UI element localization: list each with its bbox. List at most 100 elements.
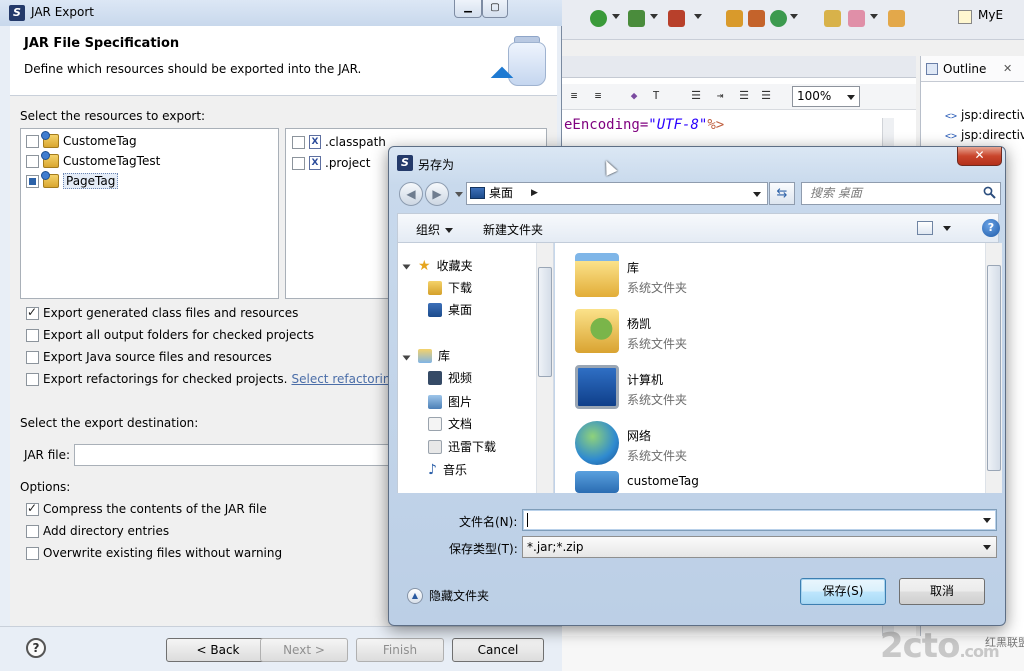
tree-item-pagetag[interactable]: PageTag (26, 171, 119, 190)
recent-locations-dropdown-icon[interactable] (455, 192, 463, 197)
file-list-scrollbar[interactable] (985, 243, 1002, 493)
option-export-output-folders[interactable]: Export all output folders for checked pr… (26, 326, 314, 344)
align-left-icon[interactable]: ≡ (566, 88, 582, 104)
nav-videos[interactable]: 视频 (428, 369, 472, 386)
refresh-icon[interactable]: ⇆ (769, 182, 795, 205)
filename-input[interactable] (522, 509, 997, 531)
nav-pictures[interactable]: 图片 (428, 393, 472, 410)
minimize-button[interactable]: ▁ (454, 0, 482, 18)
checkbox[interactable] (26, 350, 39, 364)
nav-thunder-downloads[interactable]: 迅雷下载 (428, 438, 496, 455)
checkbox[interactable] (26, 524, 39, 538)
search-tool-icon[interactable] (848, 10, 865, 27)
checkbox[interactable] (26, 546, 39, 560)
run-dropdown-icon[interactable] (612, 14, 620, 19)
option-compress[interactable]: Compress the contents of the JAR file (26, 500, 267, 518)
view-options-icon[interactable] (917, 221, 933, 235)
checkbox[interactable] (292, 135, 305, 149)
help-button[interactable]: ? (26, 638, 46, 658)
search-icon[interactable] (983, 186, 996, 199)
maximize-button[interactable]: ▢ (482, 0, 508, 18)
nav-music[interactable]: ♪ 音乐 (428, 461, 467, 478)
text-style-icon[interactable]: T (648, 88, 664, 104)
checkbox-checked[interactable] (26, 501, 39, 516)
close-icon[interactable]: ✕ (1003, 56, 1012, 82)
indent-icon[interactable]: ⇥ (712, 88, 728, 104)
checkbox[interactable] (26, 134, 39, 148)
tree-item-customtag[interactable]: CustomeTag (26, 131, 137, 150)
numbered-list-icon[interactable]: ☰ (736, 88, 752, 104)
back-button[interactable]: < Back (166, 638, 270, 662)
search-tool-dropdown-icon[interactable] (870, 14, 878, 19)
checkbox[interactable] (26, 328, 39, 342)
outline-tab[interactable]: Outline ✕ (921, 56, 1024, 82)
scrollbar-thumb[interactable] (987, 265, 1001, 471)
new-server-icon[interactable] (726, 10, 743, 27)
outline-item[interactable]: <> jsp:directiv (945, 108, 1024, 122)
expand-icon[interactable] (402, 355, 411, 361)
option-export-java-source[interactable]: Export Java source files and resources (26, 348, 272, 366)
chevron-right-icon[interactable]: ▶ (531, 183, 538, 204)
forward-arrow-icon[interactable]: ▶ (425, 182, 449, 206)
option-overwrite[interactable]: Overwrite existing files without warning (26, 544, 282, 562)
chevron-down-icon[interactable] (943, 226, 951, 231)
run-icon[interactable] (590, 10, 607, 27)
list-item-computer[interactable]: 计算机 系统文件夹 (575, 365, 687, 409)
list-item-user[interactable]: 杨凯 系统文件夹 (575, 309, 687, 353)
nav-downloads[interactable]: 下载 (428, 279, 472, 296)
checkbox-partial[interactable] (26, 174, 39, 188)
address-location[interactable]: 桌面 (489, 186, 513, 200)
nav-documents[interactable]: 文档 (428, 415, 472, 432)
perspective-icon[interactable] (958, 10, 972, 24)
wizard-titlebar[interactable]: S JAR Export ▁ ▢ (0, 0, 562, 26)
external-tools-dropdown-icon[interactable] (694, 14, 702, 19)
address-bar[interactable]: 桌面 ▶ (466, 182, 768, 205)
align-right-icon[interactable]: ≡ (590, 88, 606, 104)
new-class-icon[interactable] (770, 10, 787, 27)
open-folder-icon[interactable] (888, 10, 905, 27)
file-item-project[interactable]: X .project (292, 154, 370, 172)
checkbox-checked[interactable] (26, 305, 39, 320)
checkbox[interactable] (292, 156, 305, 170)
navigation-scrollbar[interactable] (536, 243, 553, 493)
list-item-library[interactable]: 库系统文件夹 (575, 253, 687, 297)
file-item-classpath[interactable]: X .classpath (292, 133, 386, 151)
external-tools-icon[interactable] (668, 10, 685, 27)
expand-icon[interactable] (402, 264, 411, 270)
open-type-icon[interactable] (824, 10, 841, 27)
next-button[interactable]: Next > (260, 638, 348, 662)
jar-file-input[interactable] (74, 444, 394, 466)
option-export-class-files[interactable]: Export generated class files and resourc… (26, 304, 298, 322)
finish-button[interactable]: Finish (356, 638, 444, 662)
list-item-network[interactable]: 网络 系统文件夹 (575, 421, 687, 465)
bullet-list-icon[interactable]: ☰ (758, 88, 774, 104)
hide-folders-toggle[interactable]: ▲ 隐藏文件夹 (407, 587, 489, 604)
code-line[interactable]: eEncoding="UTF-8"%> (564, 117, 724, 133)
format-icon[interactable]: ◆ (626, 88, 642, 104)
option-export-refactorings[interactable]: Export refactorings for checked projects… (26, 370, 398, 388)
outline-item[interactable]: <> jsp:directiv (945, 128, 1024, 142)
nav-desktop[interactable]: 桌面 (428, 301, 472, 318)
cancel-button[interactable]: 取消 (899, 578, 985, 605)
new-folder-button[interactable]: 新建文件夹 (483, 221, 543, 238)
zoom-select[interactable]: 100% (792, 86, 860, 107)
close-button[interactable]: ✕ (957, 147, 1002, 166)
checkbox[interactable] (26, 154, 39, 168)
coverage-dropdown-icon[interactable] (650, 14, 658, 19)
select-refactoring-link[interactable]: Select refactoring (291, 372, 398, 386)
scrollbar-thumb[interactable] (538, 267, 552, 377)
coverage-icon[interactable] (628, 10, 645, 27)
nav-libraries[interactable]: 库 (418, 347, 450, 364)
save-button[interactable]: 保存(S) (800, 578, 886, 605)
tree-item-customtagtest[interactable]: CustomeTagTest (26, 151, 160, 170)
list-item-customtag[interactable]: customeTag (575, 471, 699, 493)
chevron-down-icon[interactable] (983, 518, 991, 523)
search-input[interactable]: 搜索 桌面 (801, 182, 1001, 205)
chevron-down-icon[interactable] (753, 192, 761, 197)
checkbox[interactable] (26, 372, 39, 386)
help-icon[interactable]: ? (982, 219, 1000, 237)
deploy-icon[interactable] (748, 10, 765, 27)
cancel-button[interactable]: Cancel (452, 638, 544, 662)
filetype-select[interactable]: *.jar;*.zip (522, 536, 997, 558)
organize-button[interactable]: 组织 (416, 221, 454, 238)
